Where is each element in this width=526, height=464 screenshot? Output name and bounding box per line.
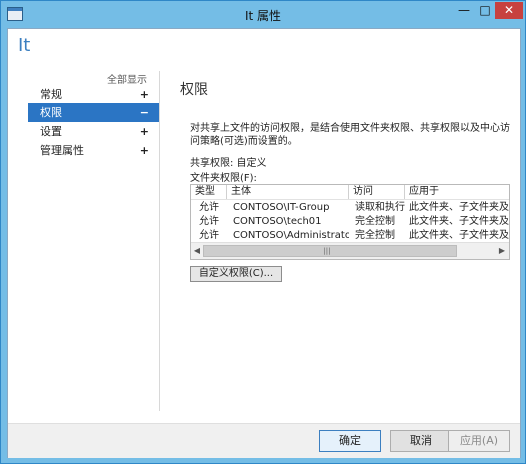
- table-row[interactable]: 允许 CONTOSO\IT-Group 读取和执行 此文件夹、子文件夹及: [191, 200, 509, 215]
- grip-icon: |||: [323, 247, 331, 255]
- sidebar-item-management-properties[interactable]: 管理属性 +: [28, 141, 159, 160]
- expand-icon: +: [139, 125, 149, 138]
- close-button[interactable]: ✕: [495, 2, 523, 19]
- cell-applies-to: 此文件夹、子文件夹及: [409, 230, 509, 241]
- permissions-table[interactable]: 类型 主体 访问 应用于 允许 CONTOSO\IT-Group 读取和执行 此…: [190, 184, 510, 260]
- cell-applies-to: 此文件夹、子文件夹及: [409, 202, 509, 213]
- scroll-right-icon[interactable]: ▶: [497, 246, 507, 256]
- table-header: 类型 主体 访问 应用于: [191, 185, 509, 200]
- cell-type: 允许: [199, 202, 219, 213]
- ok-button[interactable]: 确定: [319, 430, 381, 452]
- sidebar-nav: 全部显示 常规 + 权限 − 设置 + 管理属性 +: [18, 71, 160, 411]
- sidebar-item-label: 权限: [40, 106, 62, 119]
- cell-access: 完全控制: [355, 230, 395, 241]
- folder-permissions-label: 文件夹权限(F):: [190, 173, 257, 184]
- cell-applies-to: 此文件夹、子文件夹及: [409, 216, 509, 227]
- table-row[interactable]: 允许 CONTOSO\Administrator 完全控制 此文件夹、子文件夹及: [191, 228, 509, 243]
- permissions-panel: 权限: [180, 79, 508, 99]
- title-bar[interactable]: It 属性 — □ ✕: [1, 1, 525, 27]
- scroll-left-icon[interactable]: ◀: [192, 246, 202, 256]
- dialog-footer: 确定 取消 应用(A): [8, 423, 520, 458]
- cell-type: 允许: [199, 230, 219, 241]
- sidebar-item-settings[interactable]: 设置 +: [28, 122, 159, 141]
- expand-icon: +: [139, 144, 149, 157]
- sidebar-item-label: 管理属性: [40, 144, 84, 157]
- sidebar-item-label: 设置: [40, 125, 62, 138]
- dialog-window: It 属性 — □ ✕ It 全部显示 常规 + 权限 − 设置 + 管理属性: [0, 0, 526, 464]
- window-title: It 属性: [244, 9, 282, 23]
- sidebar-item-permissions[interactable]: 权限 −: [28, 103, 159, 122]
- sidebar-item-label: 常规: [40, 88, 62, 101]
- table-row[interactable]: 允许 CONTOSO\tech01 完全控制 此文件夹、子文件夹及: [191, 214, 509, 229]
- collapse-icon: −: [139, 106, 149, 119]
- column-header-principal[interactable]: 主体: [227, 185, 349, 199]
- dialog-client: It 全部显示 常规 + 权限 − 设置 + 管理属性 + 权限 对共享上文件的…: [7, 28, 521, 458]
- expand-icon: +: [139, 88, 149, 101]
- column-header-access[interactable]: 访问: [349, 185, 405, 199]
- section-title: 权限: [180, 82, 208, 98]
- cell-principal: CONTOSO\tech01: [233, 216, 322, 227]
- cancel-button[interactable]: 取消: [390, 430, 452, 452]
- header: It: [8, 29, 520, 69]
- minimize-button[interactable]: —: [453, 2, 475, 19]
- horizontal-scrollbar[interactable]: ◀ ||| ▶: [191, 242, 509, 259]
- show-all-link[interactable]: 全部显示: [107, 71, 147, 86]
- cell-access: 完全控制: [355, 216, 395, 227]
- cell-principal: CONTOSO\Administrator: [233, 230, 349, 241]
- column-header-type[interactable]: 类型: [191, 185, 227, 199]
- scrollbar-thumb[interactable]: |||: [203, 245, 457, 257]
- cell-principal: CONTOSO\IT-Group: [233, 202, 330, 213]
- share-permission-text: 共享权限: 自定义: [190, 158, 267, 169]
- page-title: It: [18, 35, 31, 56]
- cell-type: 允许: [199, 216, 219, 227]
- permissions-description: 对共享上文件的访问权限，是结合使用文件夹权限、共享权限以及中心访问策略(可选)而…: [190, 123, 510, 147]
- custom-permissions-button[interactable]: 自定义权限(C)...: [190, 266, 282, 282]
- cell-access: 读取和执行: [355, 202, 405, 213]
- maximize-button[interactable]: □: [475, 2, 495, 19]
- column-header-applies-to[interactable]: 应用于: [405, 185, 509, 199]
- sidebar-item-general[interactable]: 常规 +: [28, 85, 159, 104]
- apply-button[interactable]: 应用(A): [448, 430, 510, 452]
